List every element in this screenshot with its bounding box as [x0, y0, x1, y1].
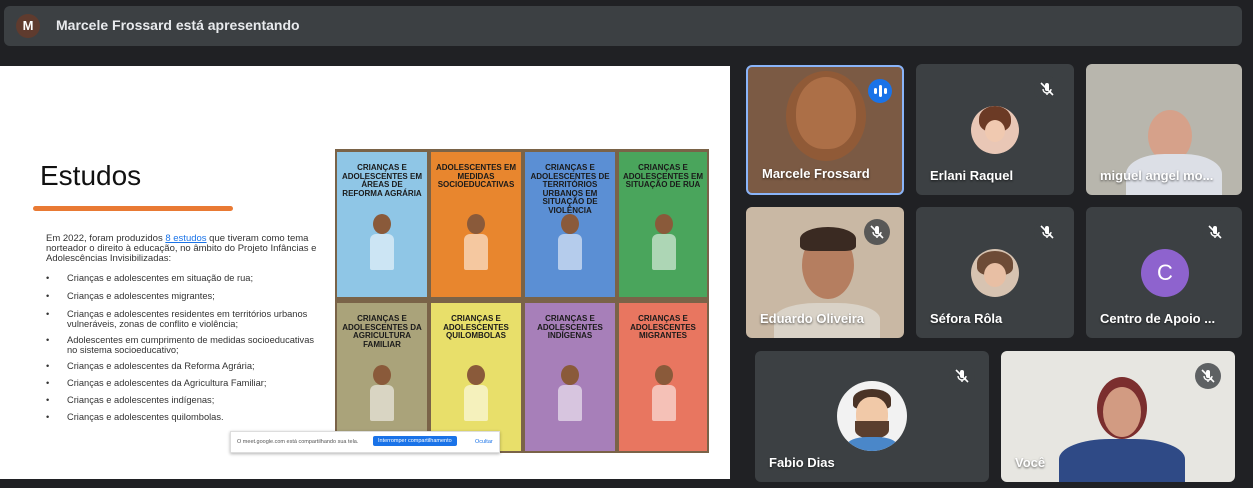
mic-off-icon — [1202, 219, 1228, 245]
presenter-avatar: M — [16, 14, 40, 38]
speaking-indicator-icon — [868, 79, 892, 103]
mic-off-icon — [1034, 219, 1060, 245]
cover-illustration — [561, 214, 579, 234]
study-cover: CRIANÇAS E ADOLESCENTES EM SITUAÇÃO DE R… — [619, 152, 707, 297]
slide-title: Estudos — [40, 160, 142, 191]
screen-share-notification: O meet.google.com está compartilhando su… — [230, 431, 500, 453]
study-cover: CRIANÇAS E ADOLESCENTES MIGRANTES — [619, 303, 707, 451]
mic-off-icon — [949, 363, 975, 389]
share-message: O meet.google.com está compartilhando su… — [237, 439, 359, 445]
list-item: • Crianças e adolescentes da Reforma Agrá… — [46, 361, 255, 371]
participant-avatar — [971, 106, 1019, 154]
cover-illustration — [370, 385, 394, 421]
participant-name: Centro de Apoio ... — [1100, 311, 1216, 326]
participant-tile[interactable]: miguel angel mo... — [1086, 64, 1242, 195]
study-cover: CRIANÇAS E ADOLESCENTES QUILOMBOLAS — [431, 303, 521, 451]
participant-tile[interactable]: C Centro de Apoio ... — [1086, 207, 1242, 338]
list-item: • Adolescentes em cumprimento de medidas … — [46, 335, 315, 355]
cover-illustration — [561, 365, 579, 385]
list-item: • Crianças e adolescentes quilombolas. — [46, 412, 224, 422]
mic-off-icon — [1195, 363, 1221, 389]
participant-video — [1103, 387, 1141, 437]
cover-illustration — [558, 385, 582, 421]
participant-tile[interactable]: Séfora Rôla — [916, 207, 1074, 338]
mic-off-icon — [864, 219, 890, 245]
cover-illustration — [467, 365, 485, 385]
slide-intro: Em 2022, foram produzidos 8 estudos que … — [46, 233, 317, 264]
cover-illustration — [467, 214, 485, 234]
cover-illustration — [655, 365, 673, 385]
presenter-bar: M Marcele Frossard está apresentando — [4, 6, 1242, 46]
cover-illustration — [373, 365, 391, 385]
participant-name: Fabio Dias — [769, 455, 835, 470]
participant-name: Marcele Frossard — [762, 166, 870, 181]
participant-tile[interactable]: Eduardo Oliveira — [746, 207, 904, 338]
cover-illustration — [464, 234, 488, 270]
stop-sharing-button[interactable]: Interromper compartilhamento — [373, 436, 457, 446]
participant-name: miguel angel mo... — [1100, 168, 1214, 183]
study-cover: CRIANÇAS E ADOLESCENTES EM ÁREAS DE REFO… — [337, 152, 427, 297]
hide-notification-button[interactable]: Ocultar — [475, 439, 493, 445]
participant-avatar — [837, 381, 907, 451]
cover-illustration — [373, 214, 391, 234]
participant-name: Séfora Rôla — [930, 311, 1003, 326]
cover-illustration — [370, 234, 394, 270]
participant-tile[interactable]: Fabio Dias — [755, 351, 989, 482]
presenter-title: Marcele Frossard está apresentando — [56, 17, 300, 33]
participant-avatar — [971, 249, 1019, 297]
participant-name: Você — [1015, 455, 1046, 470]
cover-illustration — [655, 214, 673, 234]
participant-tile[interactable]: Erlani Raquel — [916, 64, 1074, 195]
study-cover: CRIANÇAS E ADOLESCENTES INDÍGENAS — [525, 303, 615, 451]
list-item: • Crianças e adolescentes da Agricultura … — [46, 378, 267, 388]
participant-tile[interactable]: Você — [1001, 351, 1235, 482]
list-item: • Crianças e adolescentes em situação de … — [46, 273, 254, 283]
list-item: • Crianças e adolescentes migrantes; — [46, 291, 215, 301]
shared-screen: Estudos Em 2022, foram produzidos 8 estu… — [0, 66, 730, 479]
study-cover: CRIANÇAS E ADOLESCENTES DA AGRICULTURA F… — [337, 303, 427, 451]
cover-illustration — [558, 234, 582, 270]
slide-title-underline — [33, 206, 233, 211]
participant-name: Eduardo Oliveira — [760, 311, 865, 326]
participant-name: Erlani Raquel — [930, 168, 1014, 183]
study-cover: CRIANÇAS E ADOLESCENTES DE TERRITÓRIOS U… — [525, 152, 615, 297]
mic-off-icon — [1034, 76, 1060, 102]
list-item: • Crianças e adolescentes indígenas; — [46, 395, 215, 405]
cover-illustration — [652, 385, 676, 421]
participant-tile[interactable]: Marcele Frossard — [746, 65, 904, 195]
study-cover: ADOLESCENTES EM MEDIDAS SOCIOEDUCATIVAS — [431, 152, 521, 297]
cover-illustration — [464, 385, 488, 421]
study-covers-grid: CRIANÇAS E ADOLESCENTES EM ÁREAS DE REFO… — [335, 149, 709, 453]
cover-illustration — [652, 234, 676, 270]
list-item: • Crianças e adolescentes residentes em t… — [46, 309, 308, 329]
participant-avatar: C — [1141, 249, 1189, 297]
